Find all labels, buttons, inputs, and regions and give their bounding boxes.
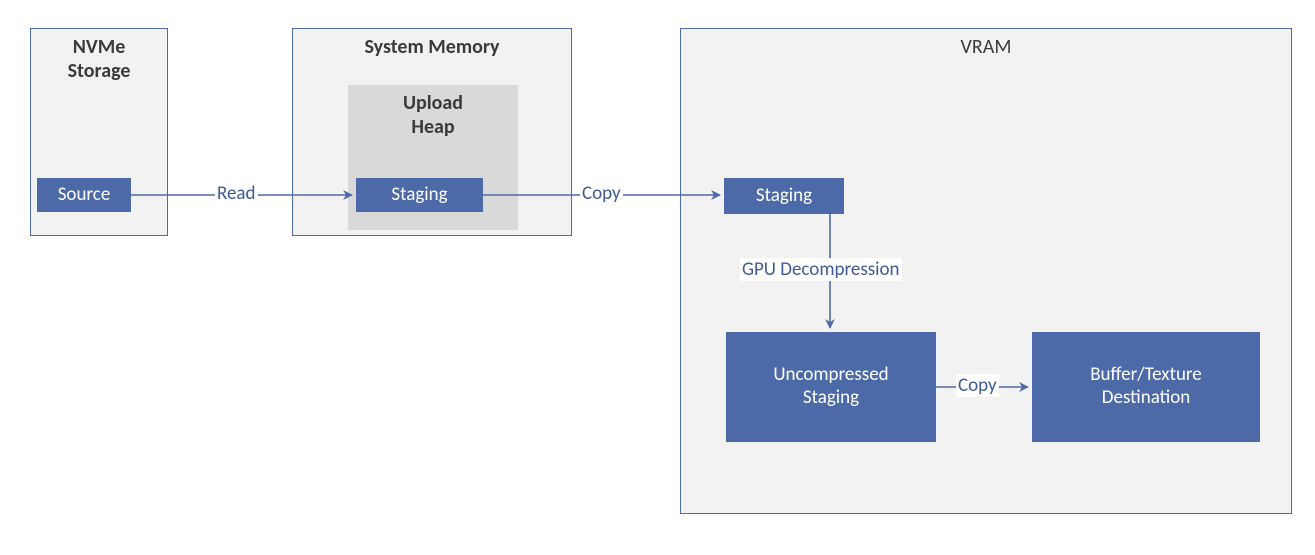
node-staging-vram: Staging	[724, 178, 844, 214]
container-nvme-title: NVMe Storage	[31, 29, 167, 83]
node-uncompressed-staging: Uncompressed Staging	[726, 332, 936, 442]
node-destination: Buffer/Texture Destination	[1032, 332, 1260, 442]
edge-label-read: Read	[215, 182, 258, 205]
upload-heap-title: Upload Heap	[348, 85, 518, 139]
container-vram-title: VRAM	[681, 29, 1291, 59]
edge-label-copy-2: Copy	[956, 374, 999, 397]
node-staging-sysmem: Staging	[356, 178, 483, 212]
container-sysmem-title: System Memory	[293, 29, 571, 59]
edge-label-gpu-decompression: GPU Decompression	[740, 258, 902, 281]
node-source: Source	[37, 178, 131, 212]
edge-label-copy-1: Copy	[580, 182, 623, 205]
